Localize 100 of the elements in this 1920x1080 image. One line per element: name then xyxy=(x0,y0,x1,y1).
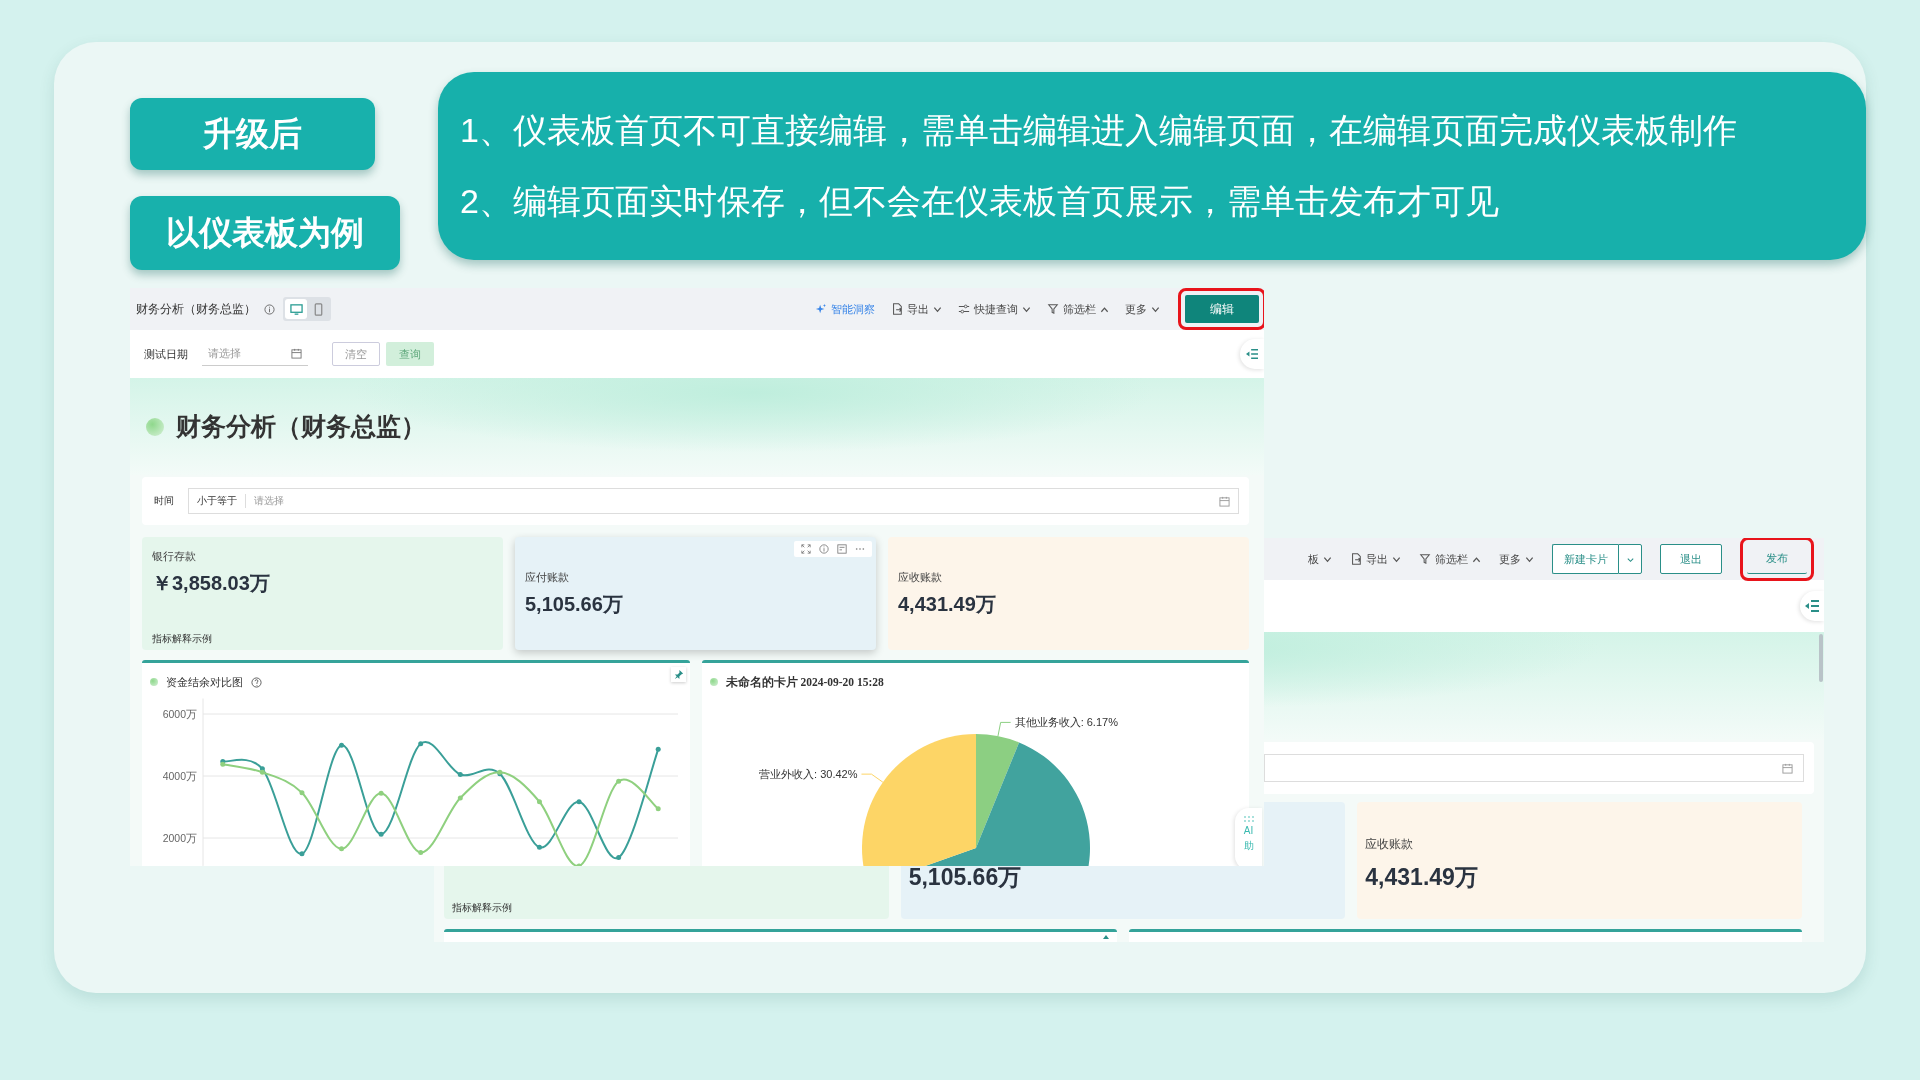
sparkle-icon xyxy=(815,303,827,315)
monitor-icon xyxy=(289,302,303,316)
data-point xyxy=(418,850,424,856)
chart-settings-icon[interactable] xyxy=(837,544,847,554)
collapse-list-icon xyxy=(1804,599,1820,613)
sidebar-toggle-button[interactable] xyxy=(1800,591,1824,621)
toolbar-menu[interactable]: 筛选栏 xyxy=(1047,301,1109,317)
menu-label: 板 xyxy=(1308,551,1319,567)
metric-value: ￥3,858.03万 xyxy=(152,571,271,596)
link-label: 智能洞察 xyxy=(831,301,875,317)
data-point xyxy=(655,806,661,812)
time-placeholder: 请选择 xyxy=(254,494,285,508)
data-point xyxy=(299,851,305,857)
metric-label: 应收账款 xyxy=(1365,836,1415,853)
data-point xyxy=(576,863,582,866)
filter-label: 测试日期 xyxy=(144,346,188,362)
chart-title: 资金结余对比图 xyxy=(166,674,243,690)
data-point xyxy=(536,844,542,850)
metric-note: 指标解释示例 xyxy=(152,632,213,646)
toolbar-menu[interactable]: 筛选栏 xyxy=(1419,551,1481,567)
toolbar-menu[interactable]: 更多 xyxy=(1499,551,1534,567)
leader-line xyxy=(996,721,1011,737)
data-label: 营业外收入: 30.42% xyxy=(758,768,857,781)
data-point xyxy=(576,799,582,805)
sidebar-toggle-button[interactable] xyxy=(1240,339,1264,369)
dashboard-title: 财务分析（财务总监） xyxy=(176,411,426,442)
data-point xyxy=(339,742,345,748)
data-point xyxy=(339,846,345,852)
menu-label: 导出 xyxy=(1366,551,1388,567)
menu-label: 快捷查询 xyxy=(974,301,1018,317)
info-icon[interactable] xyxy=(819,544,829,554)
toolbar-menu[interactable]: 快捷查询 xyxy=(958,301,1031,317)
data-point xyxy=(616,855,622,861)
toolbar-menu[interactable]: 板 xyxy=(1308,551,1332,567)
data-point xyxy=(299,790,305,796)
filter-icon xyxy=(1047,303,1059,315)
date-field[interactable] xyxy=(1264,754,1804,782)
scrollbar[interactable] xyxy=(1819,634,1823,682)
new-card-button[interactable]: 新建卡片 xyxy=(1552,544,1618,574)
expand-icon[interactable] xyxy=(801,544,811,554)
data-point xyxy=(457,771,463,777)
filter-label: 时间 xyxy=(154,494,175,508)
data-point xyxy=(616,778,622,784)
filter-icon xyxy=(1419,553,1431,565)
bullet-icon xyxy=(150,678,158,686)
export-icon xyxy=(891,303,903,315)
desktop-view-tab[interactable] xyxy=(285,299,307,319)
calendar-icon xyxy=(1219,495,1230,507)
note-text: 1、仪表板首页不可直接编辑，需单击编辑进入编辑页面，在编辑页面完成仪表板制作 xyxy=(460,111,1738,149)
title-tag: 升级后 xyxy=(130,98,375,170)
export-icon xyxy=(1350,553,1362,565)
data-point xyxy=(655,746,661,752)
data-point xyxy=(378,790,384,796)
data-point xyxy=(536,799,542,805)
metric-note: 指标解释示例 xyxy=(452,901,513,915)
time-field[interactable]: 小于等于 请选择 xyxy=(188,488,1239,514)
help-icon[interactable] xyxy=(251,676,262,688)
axis-label: 4000万 xyxy=(162,770,197,782)
title-tag: 以仪表板为例 xyxy=(130,196,400,270)
data-point xyxy=(457,795,463,801)
metric-value: 4,431.49万 xyxy=(898,591,997,617)
data-point xyxy=(378,831,384,837)
chart-title: 未命名的卡片 2024-09-20 15:28 xyxy=(725,674,884,690)
menu-label: 筛选栏 xyxy=(1063,301,1096,317)
data-label: 其他业务收入: 6.17% xyxy=(1014,716,1118,729)
axis-label: 2000万 xyxy=(162,832,197,844)
operator-select[interactable]: 小于等于 xyxy=(197,494,246,508)
collapse-list-icon xyxy=(1245,348,1259,360)
leaf-icon xyxy=(146,417,164,436)
menu-label: 更多 xyxy=(1499,551,1521,567)
axis-label: 6000万 xyxy=(162,708,197,720)
metric-value: 4,431.49万 xyxy=(1365,863,1479,892)
edit-button[interactable]: 编辑 xyxy=(1185,295,1259,323)
toolbar-menu[interactable]: 导出 xyxy=(891,301,942,317)
info-icon[interactable] xyxy=(264,303,275,315)
metric-label: 应收账款 xyxy=(898,569,943,585)
dashboard-name: 财务分析（财务总监） xyxy=(136,300,256,318)
toolbar-menu[interactable]: 更多 xyxy=(1125,301,1160,317)
metric-value: 5,105.66万 xyxy=(525,591,624,617)
metric-value: 5,105.66万 xyxy=(908,863,1023,892)
dropdown-button[interactable] xyxy=(1618,544,1642,574)
calendar-icon xyxy=(291,348,302,359)
leader-line xyxy=(860,773,883,783)
metric-label: 应付账款 xyxy=(525,569,570,585)
date-placeholder: 请选择 xyxy=(208,346,241,361)
menu-label: 导出 xyxy=(907,301,929,317)
bullet-icon xyxy=(709,678,718,686)
metric-label: 银行存款 xyxy=(152,549,197,564)
sliders-icon xyxy=(958,303,970,315)
menu-label: 更多 xyxy=(1125,301,1147,317)
ai-label: 助 xyxy=(1243,839,1254,853)
exit-button[interactable]: 退出 xyxy=(1660,544,1722,574)
publish-button[interactable]: 发布 xyxy=(1747,544,1807,574)
data-point xyxy=(418,741,424,747)
calendar-icon xyxy=(1782,762,1793,774)
toolbar-menu[interactable]: 导出 xyxy=(1350,551,1401,567)
menu-label: 筛选栏 xyxy=(1435,551,1468,567)
ai-label: AI xyxy=(1243,825,1254,836)
note-text: 2、编辑页面实时保存，但不会在仪表板首页展示，需单击发布才可见 xyxy=(460,183,1500,221)
grip-icon xyxy=(1243,816,1254,822)
